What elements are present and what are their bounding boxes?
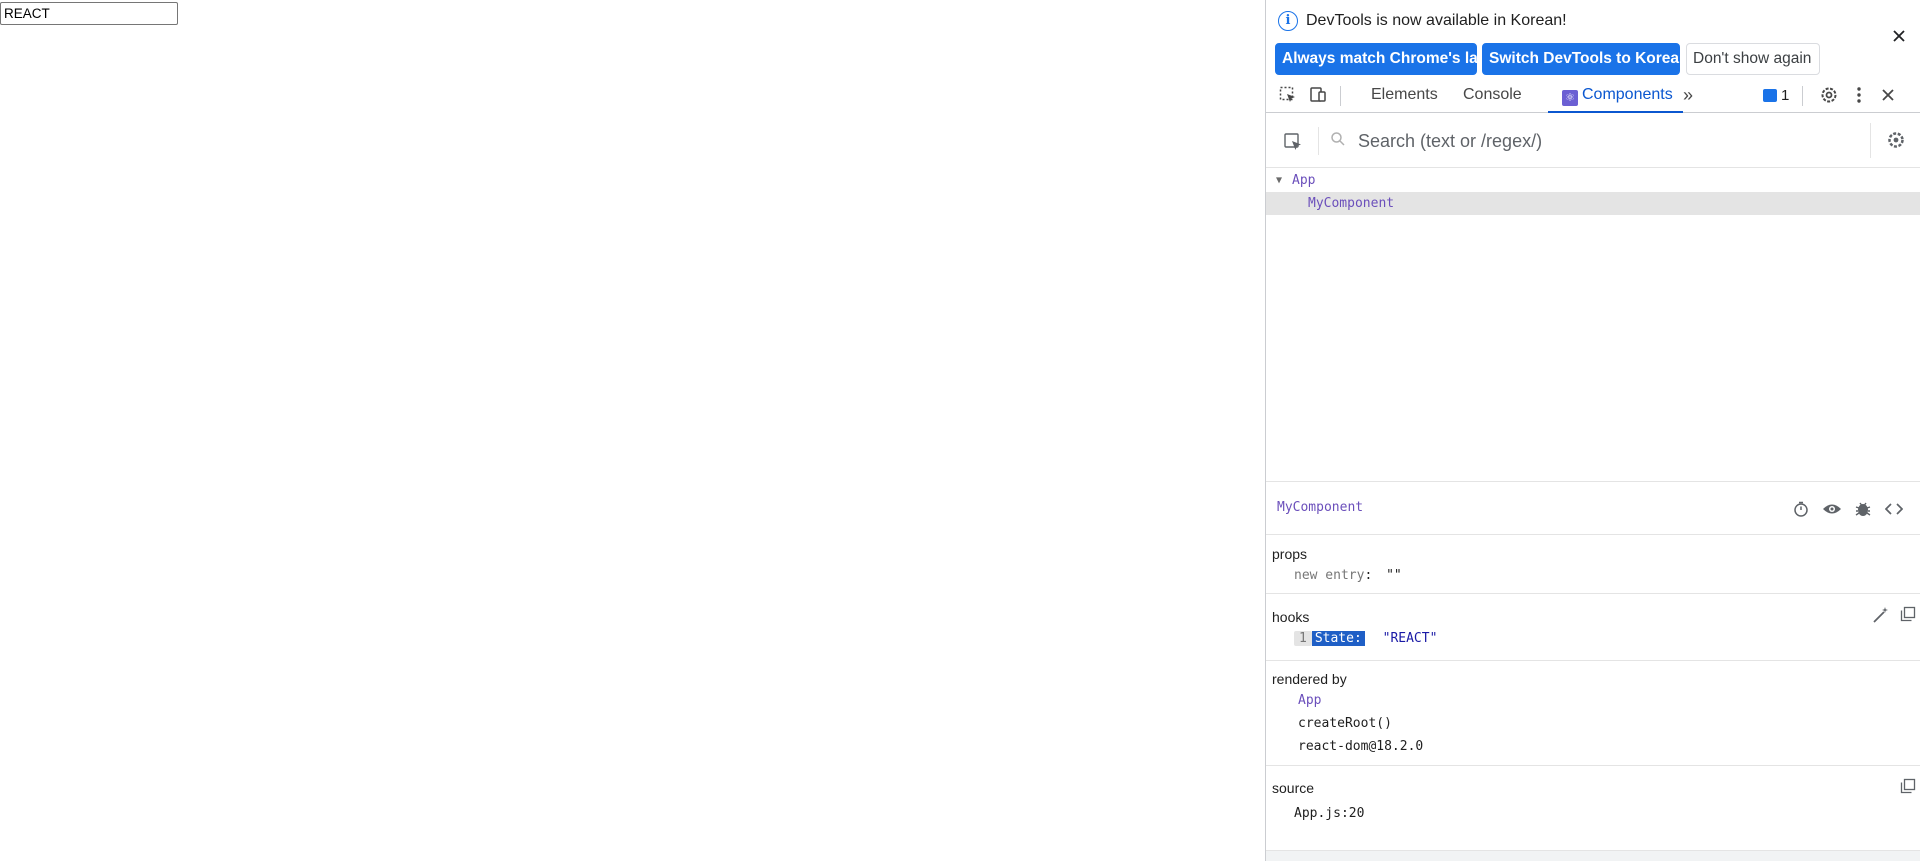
inspected-element-header: MyComponent: [1266, 482, 1920, 535]
toolbar-divider: [1340, 86, 1341, 106]
hook-row[interactable]: 1 State: "REACT": [1294, 631, 1437, 646]
select-element-icon[interactable]: [1280, 129, 1306, 155]
hook-name: State:: [1311, 631, 1365, 646]
eye-icon[interactable]: [1821, 498, 1843, 520]
source-code-icon[interactable]: [1883, 498, 1905, 520]
source-section: source App.js:20: [1266, 766, 1920, 850]
close-icon[interactable]: [1888, 26, 1910, 48]
gear-icon[interactable]: [1886, 130, 1908, 152]
rendered-by-item: createRoot(): [1298, 716, 1392, 731]
close-devtools-icon[interactable]: [1876, 83, 1900, 107]
react-logo-icon: ⚛: [1562, 90, 1578, 106]
bottom-strip: [1266, 850, 1920, 861]
props-section: props new entry: "": [1266, 535, 1920, 594]
search-divider: [1870, 123, 1871, 158]
prop-colon: :: [1364, 568, 1373, 583]
component-search-input[interactable]: [1358, 126, 1788, 156]
switch-korean-button[interactable]: Switch DevTools to Korean: [1482, 43, 1689, 75]
tree-item-app[interactable]: ▼ App: [1266, 169, 1920, 192]
language-infobar: i DevTools is now available in Korean! A…: [1266, 0, 1920, 76]
tree-item-mycomponent[interactable]: MyComponent: [1266, 192, 1920, 215]
props-title: props: [1272, 546, 1308, 562]
inspect-element-icon[interactable]: [1276, 83, 1300, 107]
tab-elements[interactable]: Elements: [1367, 78, 1442, 113]
prop-value[interactable]: "": [1386, 568, 1402, 583]
copy-icon[interactable]: [1900, 778, 1918, 796]
source-title: source: [1272, 780, 1315, 796]
rendered-by-section: rendered by App createRoot() react-dom@1…: [1266, 661, 1920, 766]
magic-wand-icon[interactable]: [1872, 606, 1890, 624]
settings-icon[interactable]: [1817, 83, 1841, 107]
issues-badge[interactable]: 1: [1763, 87, 1789, 105]
issues-count: 1: [1781, 87, 1790, 104]
tree-item-label: MyComponent: [1308, 196, 1395, 211]
hook-value[interactable]: "REACT": [1383, 631, 1438, 646]
devtools-panel: i DevTools is now available in Korean! A…: [1265, 0, 1920, 861]
text-input[interactable]: [0, 2, 178, 25]
components-search-bar: [1266, 113, 1920, 168]
inspected-component-name: MyComponent: [1277, 500, 1364, 515]
page-content: [0, 0, 1265, 861]
devtools-toolbar: Elements Console ⚛ Components » 1: [1266, 78, 1920, 113]
component-tree: ▼ App MyComponent: [1266, 169, 1920, 481]
prop-row[interactable]: new entry: "": [1294, 568, 1402, 583]
prop-key: new entry: [1294, 568, 1365, 583]
copy-icon[interactable]: [1900, 606, 1918, 624]
hooks-title: hooks: [1272, 609, 1310, 625]
rendered-by-item: react-dom@18.2.0: [1298, 739, 1424, 754]
info-icon: i: [1278, 11, 1298, 31]
bug-icon[interactable]: [1852, 498, 1874, 520]
expand-arrow-icon[interactable]: ▼: [1276, 169, 1282, 192]
infobar-message: DevTools is now available in Korean!: [1306, 12, 1567, 29]
rendered-by-owner[interactable]: App: [1298, 693, 1321, 708]
more-tabs-icon[interactable]: »: [1676, 83, 1700, 107]
search-divider: [1318, 127, 1319, 155]
toolbar-divider: [1802, 86, 1803, 106]
match-language-button[interactable]: Always match Chrome's language: [1275, 43, 1533, 75]
tab-components[interactable]: ⚛ Components: [1548, 78, 1683, 113]
tree-item-label: App: [1292, 173, 1316, 188]
device-toolbar-icon[interactable]: [1306, 83, 1330, 107]
tab-console[interactable]: Console: [1459, 78, 1526, 113]
hooks-section: hooks 1 State: "REACT": [1266, 594, 1920, 661]
dont-show-again-button[interactable]: Don't show again: [1686, 43, 1820, 75]
search-icon: [1330, 131, 1348, 149]
issues-icon: [1763, 89, 1777, 102]
hook-index: 1: [1294, 631, 1312, 646]
more-options-icon[interactable]: [1847, 83, 1871, 107]
source-location[interactable]: App.js:20: [1294, 806, 1364, 821]
tab-components-label: Components: [1582, 86, 1673, 103]
browser-window: i DevTools is now available in Korean! A…: [0, 0, 1920, 861]
rendered-by-title: rendered by: [1272, 671, 1347, 687]
stopwatch-icon[interactable]: [1790, 498, 1812, 520]
